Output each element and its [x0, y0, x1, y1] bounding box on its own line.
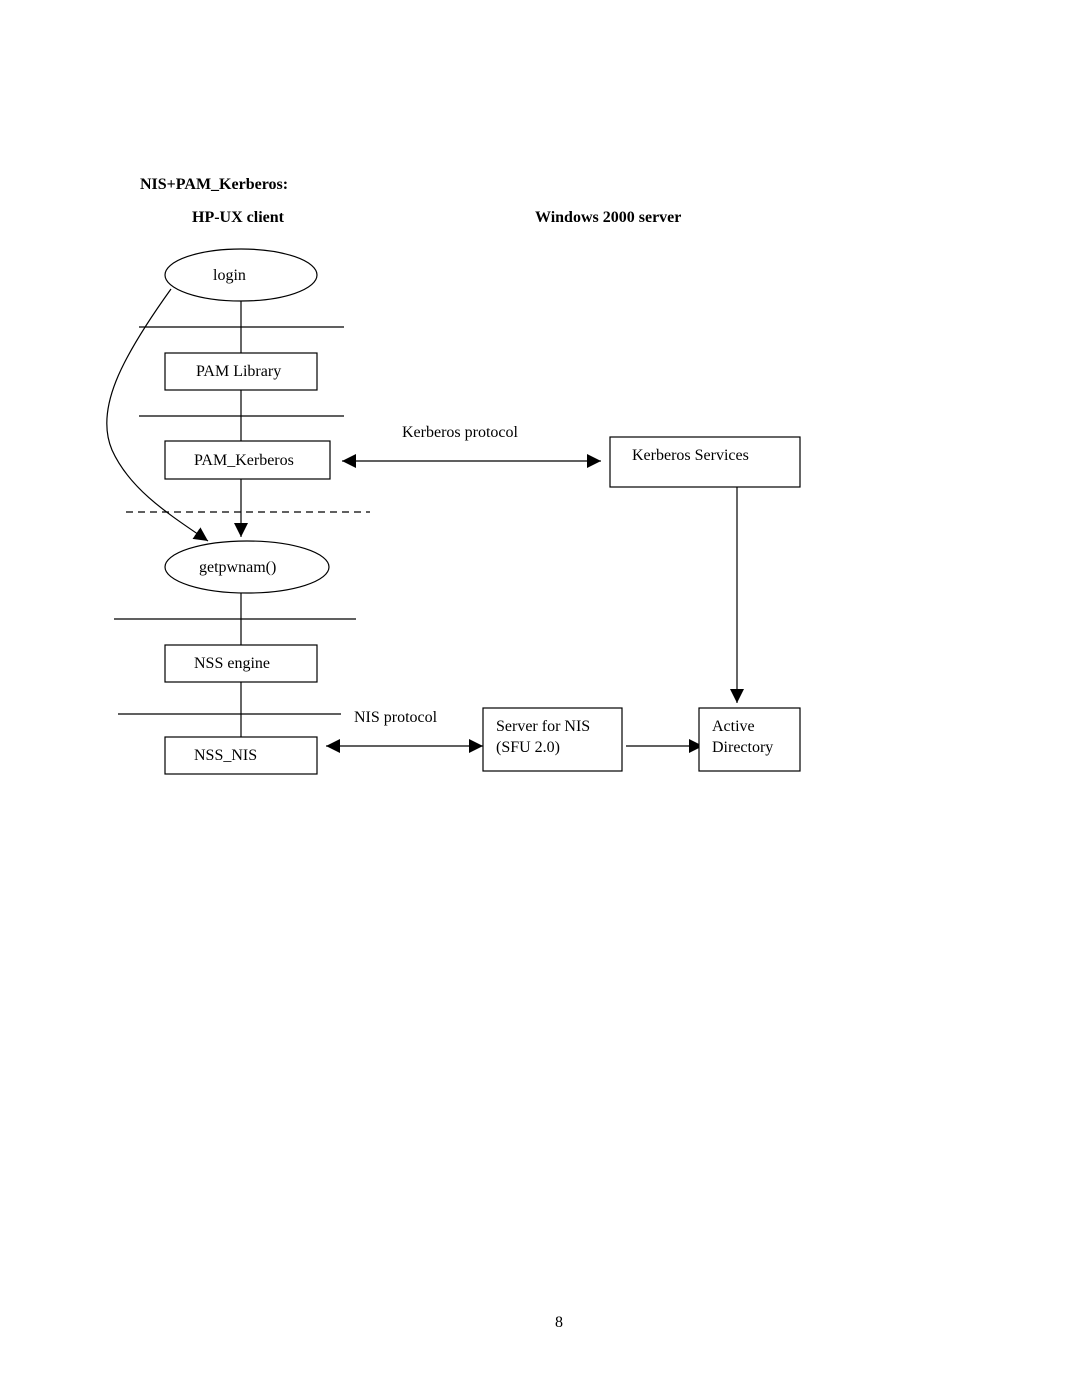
node-server-for-nis: Server for NIS (SFU 2.0): [482, 707, 623, 772]
node-active-directory: Active Directory: [698, 707, 801, 772]
node-pam-kerberos: PAM_Kerberos: [164, 440, 331, 480]
node-server-for-nis-label-1: Server for NIS: [496, 718, 590, 735]
node-kerberos-services-label: Kerberos Services: [632, 447, 749, 464]
node-nss-engine: NSS engine: [164, 644, 318, 683]
node-kerberos-services: Kerberos Services: [609, 436, 801, 488]
node-server-for-nis-label-2: (SFU 2.0): [496, 739, 560, 756]
node-nss-engine-label: NSS engine: [194, 655, 270, 672]
node-pam-library: PAM Library: [164, 352, 318, 391]
node-pam-kerberos-label: PAM_Kerberos: [194, 452, 294, 469]
node-getpwnam: getpwnam(): [164, 540, 330, 594]
node-login: login: [164, 248, 318, 302]
edge-label-nis-protocol: NIS protocol: [354, 709, 438, 726]
node-login-label: login: [213, 267, 246, 284]
node-getpwnam-label: getpwnam(): [199, 559, 276, 576]
edge-label-kerberos-protocol: Kerberos protocol: [402, 424, 519, 441]
node-nss-nis: NSS_NIS: [164, 736, 318, 775]
architecture-diagram: login PAM Library PAM_Kerberos getpwnam(…: [106, 248, 801, 775]
node-pam-library-label: PAM Library: [196, 363, 281, 380]
node-active-directory-label-2: Directory: [712, 739, 773, 756]
node-nss-nis-label: NSS_NIS: [194, 747, 257, 764]
page-number: 8: [555, 1314, 563, 1331]
node-active-directory-label-1: Active: [712, 718, 755, 735]
